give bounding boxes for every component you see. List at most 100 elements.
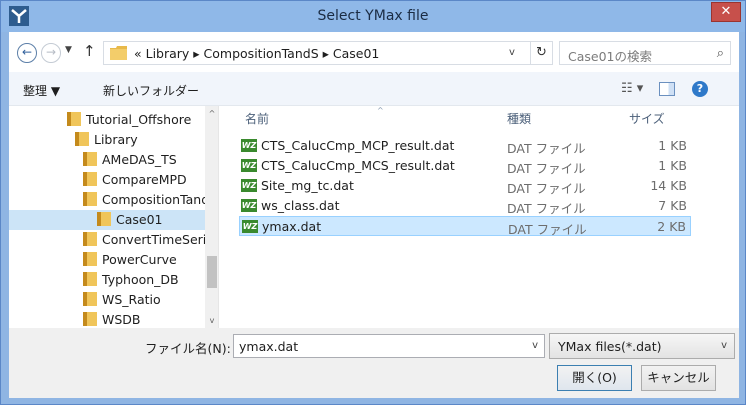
- folder-icon: [75, 132, 89, 146]
- tree-item-case01[interactable]: Case01: [9, 210, 205, 230]
- file-row[interactable]: WZ ws_class.dat DAT ファイル 7 KB: [239, 196, 691, 216]
- tree-item-comparempd[interactable]: CompareMPD: [83, 170, 205, 190]
- file-size: 7 KB: [658, 198, 687, 213]
- file-name: ymax.dat: [262, 219, 322, 234]
- search-placeholder: Case01の検索: [568, 49, 652, 64]
- folder-icon: [83, 252, 97, 266]
- tree-item-label: Library: [94, 132, 138, 147]
- file-name: CTS_CalucCmp_MCP_result.dat: [261, 138, 455, 153]
- tree-item-compositiontand[interactable]: CompositionTand: [83, 190, 209, 210]
- navigation-scrollbar[interactable]: ^ v: [205, 106, 218, 328]
- search-input[interactable]: Case01の検索 ⌕: [559, 41, 731, 65]
- folder-icon: [83, 232, 97, 246]
- dialog-body: ← → ▼ ↑ « Library ▸ CompositionTandS ▸ C…: [9, 32, 739, 398]
- file-size: 2 KB: [657, 219, 686, 234]
- address-row: ← → ▼ ↑ « Library ▸ CompositionTandS ▸ C…: [9, 32, 739, 72]
- file-type: DAT ファイル: [508, 222, 587, 237]
- file-size: 14 KB: [650, 178, 687, 193]
- close-button[interactable]: ✕: [711, 2, 741, 22]
- organize-button[interactable]: 整理 ▼: [23, 82, 60, 99]
- dat-file-icon: WZ: [241, 139, 257, 152]
- folder-icon: [83, 292, 97, 306]
- chevron-down-icon[interactable]: v: [721, 340, 727, 351]
- tree-item-label: Case01: [116, 212, 163, 227]
- tree-item-typhoon-db[interactable]: Typhoon_DB: [83, 270, 205, 290]
- dat-file-icon: WZ: [241, 159, 257, 172]
- preview-pane-icon[interactable]: [659, 82, 675, 96]
- navigation-pane: Tutorial_Offshore Library AMeDAS_TS Comp…: [9, 106, 219, 328]
- cancel-button[interactable]: キャンセル: [641, 365, 716, 391]
- filename-dropdown-button[interactable]: v: [532, 340, 538, 351]
- help-icon[interactable]: ?: [692, 81, 708, 97]
- file-row[interactable]: WZ CTS_CalucCmp_MCP_result.dat DAT ファイル …: [239, 136, 691, 156]
- tree-item-label: CompareMPD: [102, 172, 187, 187]
- column-header-type-label: 種類: [507, 112, 532, 126]
- column-header-name-label: 名前: [245, 112, 270, 126]
- file-type-filter-value: YMax files(*.dat): [558, 339, 662, 354]
- tree-item-ws-ratio[interactable]: WS_Ratio: [83, 290, 205, 310]
- dialog-window: Select YMax file ✕ ← → ▼ ↑ « Library ▸ C…: [0, 0, 746, 405]
- column-header-size-label: サイズ: [629, 112, 665, 126]
- tree-item-label: PowerCurve: [102, 252, 177, 267]
- folder-icon: [97, 212, 111, 226]
- forward-button[interactable]: →: [41, 43, 61, 63]
- tree-item-tutorial-offshore[interactable]: Tutorial_Offshore: [67, 110, 205, 130]
- sort-ascending-icon: ^: [377, 106, 384, 115]
- open-button[interactable]: 開く(O): [557, 365, 632, 391]
- refresh-button[interactable]: ↻: [531, 41, 553, 65]
- folder-icon: [83, 272, 97, 286]
- file-row-selected[interactable]: WZ ymax.dat DAT ファイル 2 KB: [239, 216, 691, 237]
- tree-item-label: WSDB: [102, 312, 141, 327]
- tree-item-amedas-ts[interactable]: AMeDAS_TS: [83, 150, 205, 170]
- tree-item-library[interactable]: Library: [75, 130, 205, 150]
- tree-item-label: AMeDAS_TS: [102, 152, 177, 167]
- new-folder-button[interactable]: 新しいフォルダー: [103, 82, 199, 99]
- file-name: ws_class.dat: [261, 198, 340, 213]
- file-size: 1 KB: [658, 158, 687, 173]
- dat-file-icon: WZ: [241, 199, 257, 212]
- folder-icon: [83, 312, 97, 326]
- folder-icon: [83, 172, 97, 186]
- address-bar[interactable]: « Library ▸ CompositionTandS ▸ Case01 v: [103, 41, 531, 65]
- tree-item-powercurve[interactable]: PowerCurve: [83, 250, 205, 270]
- search-icon[interactable]: ⌕: [717, 46, 724, 61]
- scrollbar-thumb[interactable]: [207, 256, 217, 288]
- column-header-size[interactable]: サイズ: [629, 110, 665, 127]
- file-name: CTS_CalucCmp_MCS_result.dat: [261, 158, 455, 173]
- column-header-name[interactable]: 名前: [245, 110, 269, 127]
- column-header-type[interactable]: 種類: [507, 110, 531, 127]
- recent-locations-button[interactable]: ▼: [65, 45, 72, 55]
- file-row[interactable]: WZ CTS_CalucCmp_MCS_result.dat DAT ファイル …: [239, 156, 691, 176]
- tree-item-label: CompositionTand: [102, 192, 210, 207]
- dialog-footer: ファイル名(N): ymax.dat v YMax files(*.dat) v…: [9, 328, 739, 398]
- tree-item-label: Typhoon_DB: [102, 272, 179, 287]
- folder-icon: [83, 152, 97, 166]
- folder-icon: [110, 46, 127, 60]
- filename-value[interactable]: ymax.dat: [239, 339, 298, 354]
- scroll-down-icon[interactable]: v: [205, 316, 218, 325]
- dat-file-icon: WZ: [241, 179, 257, 192]
- tree-item-converttimeseries[interactable]: ConvertTimeSeri: [83, 230, 206, 250]
- file-name: Site_mg_tc.dat: [261, 178, 354, 193]
- file-list: 名前 ^ 種類 サイズ WZ CTS_CalucCmp_MCP_result.d…: [221, 106, 739, 328]
- file-row[interactable]: WZ Site_mg_tc.dat DAT ファイル 14 KB: [239, 176, 691, 196]
- address-path[interactable]: « Library ▸ CompositionTandS ▸ Case01: [134, 46, 379, 61]
- tree-item-label: WS_Ratio: [102, 292, 161, 307]
- filename-label: ファイル名(N):: [145, 341, 231, 356]
- folder-icon: [67, 112, 81, 126]
- title-bar[interactable]: Select YMax file ✕: [1, 1, 745, 32]
- file-type: DAT ファイル: [507, 181, 586, 196]
- scroll-up-icon[interactable]: ^: [205, 109, 218, 118]
- file-type: DAT ファイル: [507, 201, 586, 216]
- up-folder-button[interactable]: ↑: [83, 42, 96, 60]
- filename-field[interactable]: ymax.dat v: [233, 334, 545, 358]
- folder-icon: [83, 192, 97, 206]
- tree-item-wsdb[interactable]: WSDB: [83, 310, 205, 328]
- view-options-icon[interactable]: ☷ ▾: [621, 81, 643, 96]
- back-button[interactable]: ←: [17, 43, 37, 63]
- address-dropdown-button[interactable]: v: [509, 47, 515, 58]
- file-type: DAT ファイル: [507, 141, 586, 156]
- tree-item-label: Tutorial_Offshore: [86, 112, 192, 127]
- file-size: 1 KB: [658, 138, 687, 153]
- file-type-filter-select[interactable]: YMax files(*.dat) v: [549, 333, 735, 359]
